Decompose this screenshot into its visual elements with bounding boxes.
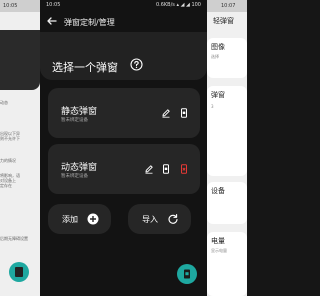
left-status-time: 10:05 bbox=[3, 3, 18, 9]
right-card-title: 图像 bbox=[211, 43, 225, 51]
right-card: 图像 选择 bbox=[207, 38, 247, 78]
left-dark-card bbox=[0, 30, 40, 90]
edit-icon[interactable] bbox=[144, 164, 154, 174]
left-text-line: 则不允许下 bbox=[0, 136, 20, 141]
right-background-screen: 10:07 轻弹窗 图像 选择 弹窗 3 设备 电量 显示电量 bbox=[207, 0, 247, 296]
popup-status: 暂未绑定设备 bbox=[61, 174, 88, 179]
right-title: 轻弹窗 bbox=[213, 17, 234, 25]
status-time: 10:05 bbox=[46, 2, 61, 8]
right-status-bar: 10:07 bbox=[207, 0, 247, 12]
add-button[interactable]: 添加 bbox=[48, 204, 111, 234]
popup-card-dynamic[interactable]: 动态弹窗 暂未绑定设备 bbox=[48, 144, 200, 194]
status-network: 0.6KB/s ▴ ◢ ◢ 100 bbox=[155, 2, 201, 8]
phone-icon bbox=[184, 269, 190, 279]
left-text-line: 后期无障碍设置 bbox=[0, 236, 28, 241]
left-background-screen: 10:05 动态 出现以下异 则不允许下 力的情况 将影响，语 对设备上 定存在… bbox=[0, 0, 40, 296]
left-text-line: 定存在 bbox=[0, 183, 12, 188]
phone-icon[interactable] bbox=[179, 108, 189, 118]
add-label: 添加 bbox=[62, 215, 78, 224]
refresh-icon bbox=[168, 214, 178, 224]
page-title: 选择一个弹窗 bbox=[52, 61, 118, 74]
right-card: 设备 bbox=[207, 182, 247, 224]
delete-icon[interactable] bbox=[179, 164, 189, 174]
plus-icon bbox=[87, 213, 99, 225]
import-label: 导入 bbox=[142, 215, 158, 224]
device-fab-button[interactable] bbox=[177, 264, 197, 284]
app-bar-title: 弹窗定制/管理 bbox=[64, 18, 115, 27]
popup-card-static[interactable]: 静态弹窗 暂未绑定设备 bbox=[48, 88, 200, 138]
right-card-title: 弹窗 bbox=[211, 91, 225, 99]
left-status-bar: 10:05 bbox=[0, 0, 40, 12]
back-arrow-icon[interactable] bbox=[46, 15, 58, 27]
popup-manager-screen: 10:05 0.6KB/s ▴ ◢ ◢ 100 弹窗定制/管理 选择一个弹窗 静… bbox=[40, 0, 207, 296]
app-bar: 弹窗定制/管理 bbox=[40, 10, 207, 32]
right-card-sub: 选择 bbox=[211, 54, 219, 59]
right-card-title: 电量 bbox=[211, 237, 225, 245]
phone-icon bbox=[15, 267, 23, 277]
header-panel: 选择一个弹窗 bbox=[40, 32, 207, 80]
import-button[interactable]: 导入 bbox=[128, 204, 191, 234]
right-card-title: 设备 bbox=[211, 187, 225, 195]
right-card: 弹窗 3 bbox=[207, 86, 247, 176]
phone-icon[interactable] bbox=[161, 164, 171, 174]
edit-icon[interactable] bbox=[161, 108, 171, 118]
left-text-line: 力的情况 bbox=[0, 158, 16, 163]
right-card-sub: 3 bbox=[211, 104, 214, 109]
left-text-line: 动态 bbox=[0, 100, 8, 105]
popup-name: 动态弹窗 bbox=[61, 163, 98, 173]
popup-name: 静态弹窗 bbox=[61, 107, 98, 117]
right-status-time: 10:07 bbox=[221, 3, 236, 9]
status-bar: 10:05 0.6KB/s ▴ ◢ ◢ 100 bbox=[40, 0, 207, 10]
left-fab-button[interactable] bbox=[9, 262, 29, 282]
right-card: 电量 显示电量 bbox=[207, 232, 247, 296]
help-icon[interactable] bbox=[130, 58, 143, 71]
popup-status: 暂未绑定设备 bbox=[61, 118, 88, 123]
right-card-sub: 显示电量 bbox=[211, 248, 227, 253]
